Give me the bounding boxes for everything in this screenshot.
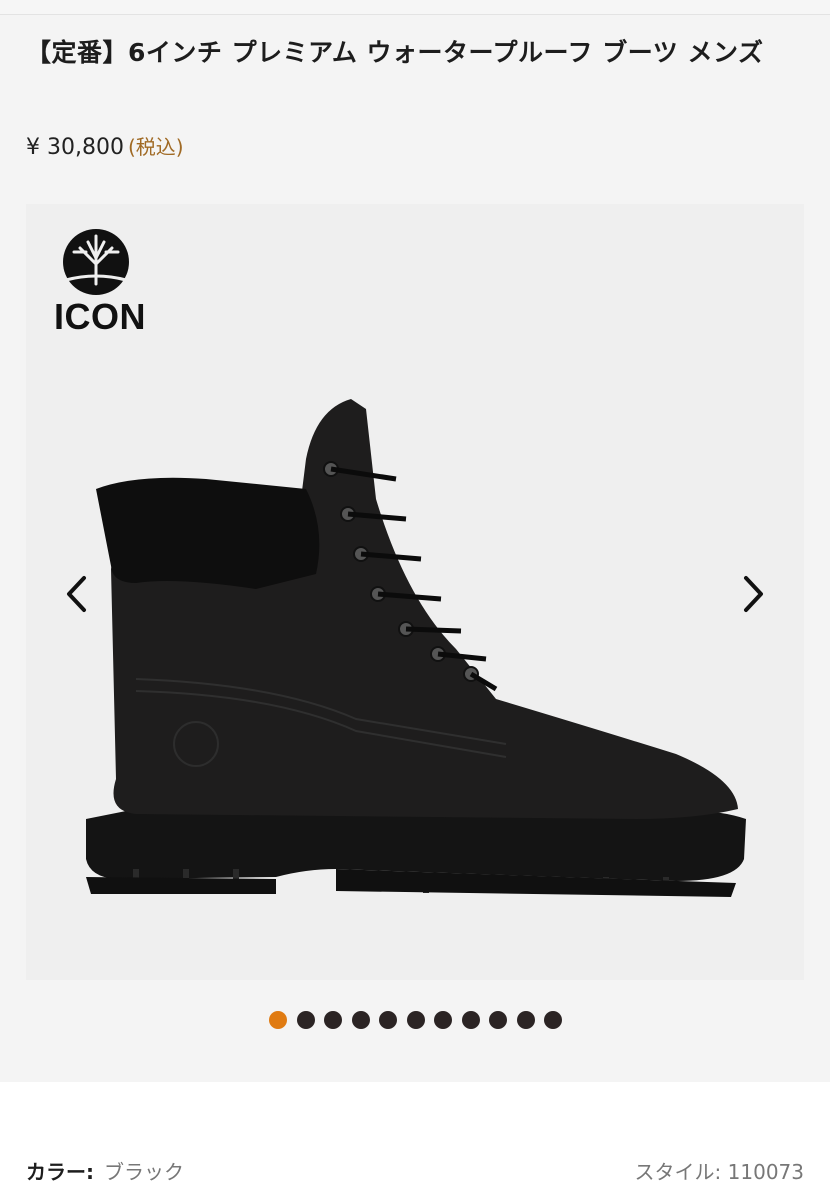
top-bar xyxy=(0,0,830,15)
pagination-dot[interactable] xyxy=(379,1011,397,1029)
pagination-dot[interactable] xyxy=(296,1011,315,1029)
icon-badge-text: ICON xyxy=(54,296,146,337)
chevron-left-icon xyxy=(67,576,86,612)
pagination-dot[interactable] xyxy=(434,1011,452,1029)
tree-logo-icon xyxy=(63,229,129,295)
gallery-pagination xyxy=(269,1011,562,1029)
product-title: 【定番】6インチ プレミアム ウォータープルーフ ブーツ メンズ xyxy=(26,38,764,67)
style-info: スタイル: 110073 xyxy=(635,1156,804,1185)
style-value: 110073 xyxy=(727,1160,804,1184)
chevron-right-icon xyxy=(744,576,763,612)
color-value: ブラック xyxy=(104,1160,184,1184)
next-image-button[interactable] xyxy=(734,574,774,614)
pagination-dot[interactable] xyxy=(406,1011,425,1029)
pagination-dot[interactable] xyxy=(489,1011,507,1029)
product-image-gallery[interactable]: ICON xyxy=(26,204,804,980)
color-info: カラー: ブラック xyxy=(26,1156,184,1185)
pagination-dot[interactable] xyxy=(269,1011,287,1029)
pagination-dot[interactable] xyxy=(461,1011,480,1029)
pagination-dot[interactable] xyxy=(544,1011,562,1029)
boot-image xyxy=(86,399,746,897)
previous-image-button[interactable] xyxy=(56,574,96,614)
pagination-dot[interactable] xyxy=(324,1011,342,1029)
pagination-dot[interactable] xyxy=(351,1011,370,1029)
color-label: カラー: xyxy=(26,1160,94,1184)
style-label: スタイル: xyxy=(634,1160,722,1184)
product-price: ¥ 30,800 xyxy=(26,135,124,160)
pagination-dot[interactable] xyxy=(516,1011,535,1029)
price-row: ¥ 30,800 (税込) xyxy=(26,131,184,160)
tax-note: (税込) xyxy=(127,135,184,159)
